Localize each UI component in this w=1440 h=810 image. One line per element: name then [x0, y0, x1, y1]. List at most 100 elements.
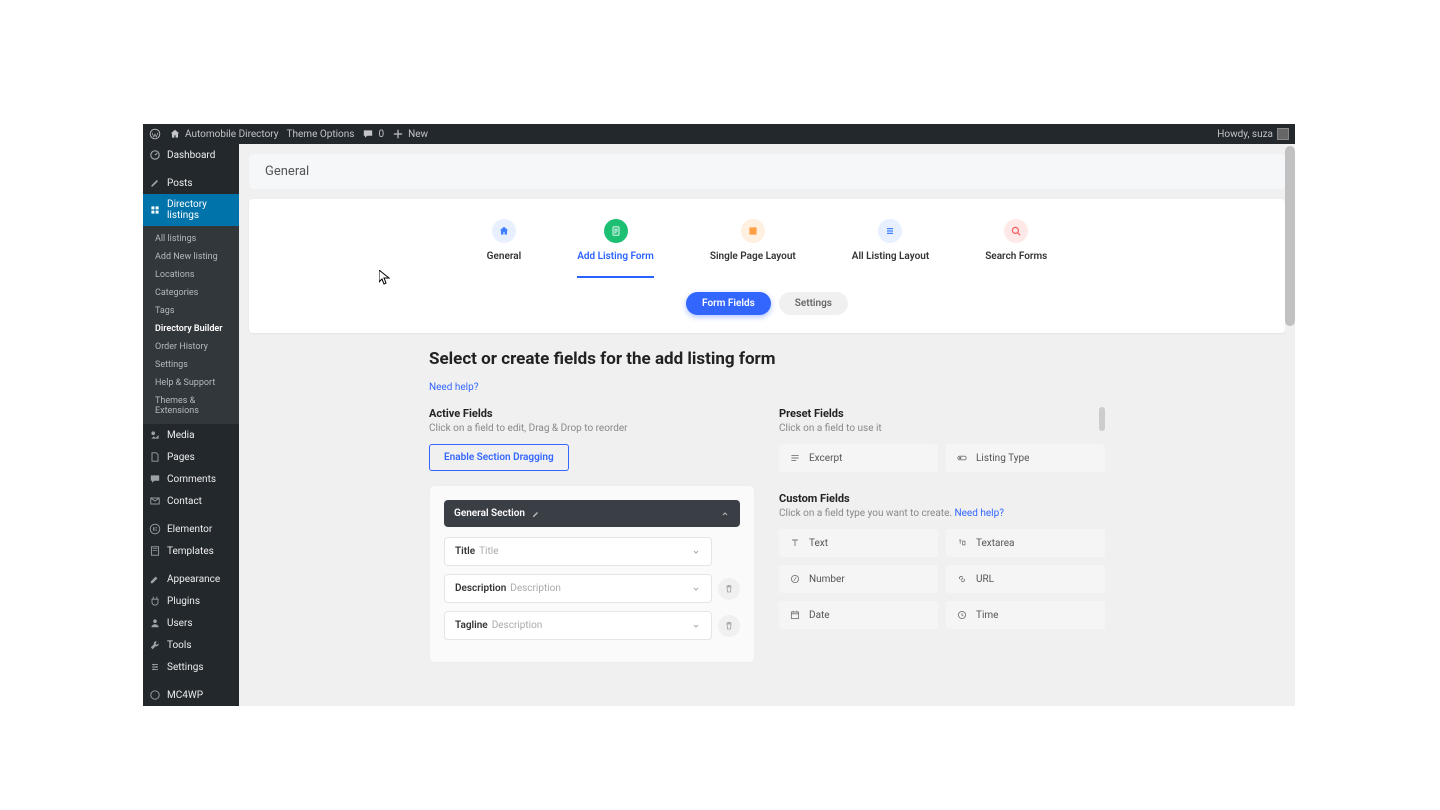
theme-options-link[interactable]: Theme Options — [287, 129, 355, 140]
submenu-directory-builder[interactable]: Directory Builder — [143, 320, 239, 338]
preset-listing-type[interactable]: Listing Type — [946, 444, 1105, 472]
custom-label: Date — [809, 610, 830, 621]
custom-fields-subtitle: Click on a field type you want to create… — [779, 508, 1105, 519]
submenu-tags[interactable]: Tags — [143, 302, 239, 320]
field-hint: Description — [510, 583, 561, 594]
sidebar-item-media[interactable]: Media — [143, 424, 239, 446]
scroll-thumb[interactable] — [1285, 146, 1295, 326]
site-link[interactable]: Automobile Directory — [169, 128, 279, 140]
sidebar-label: Media — [167, 430, 195, 441]
need-help-link[interactable]: Need help? — [429, 382, 478, 393]
sidebar-item-tools[interactable]: Tools — [143, 634, 239, 656]
submenu-help-support[interactable]: Help & Support — [143, 374, 239, 392]
field-row-wrap: TaglineDescription — [444, 611, 740, 640]
wp-logo-icon[interactable] — [149, 128, 161, 140]
tab-label: General — [487, 251, 522, 262]
custom-textarea[interactable]: Textarea — [946, 529, 1105, 557]
inner-scrollbar[interactable] — [1099, 407, 1105, 663]
search-icon — [1004, 219, 1028, 243]
sidebar-item-comments[interactable]: Comments — [143, 468, 239, 490]
app-window: Automobile Directory Theme Options 0 New… — [143, 124, 1295, 706]
site-name-label: Automobile Directory — [185, 129, 279, 140]
comments-link[interactable]: 0 — [362, 128, 384, 140]
field-tagline[interactable]: TaglineDescription — [444, 611, 712, 640]
tab-all-listing-layout[interactable]: All Listing Layout — [852, 219, 929, 278]
scroll-thumb[interactable] — [1099, 407, 1105, 431]
sidebar-item-contact[interactable]: Contact — [143, 490, 239, 512]
custom-label: Number — [809, 574, 845, 585]
sidebar-label: Directory listings — [167, 199, 233, 221]
sidebar-item-appearance[interactable]: Appearance — [143, 568, 239, 590]
sidebar-label: Users — [167, 618, 193, 629]
submenu-all-listings[interactable]: All listings — [143, 230, 239, 248]
trash-icon — [724, 584, 734, 594]
sub-tabs: Form Fields Settings — [249, 278, 1285, 333]
sidebar-item-elementor[interactable]: Elementor — [143, 518, 239, 540]
sidebar-submenu: All listings Add New listing Locations C… — [143, 226, 239, 424]
new-content-link[interactable]: New — [392, 128, 428, 140]
active-fields-title: Active Fields — [429, 407, 755, 420]
tab-single-page-layout[interactable]: Single Page Layout — [710, 219, 796, 278]
section-card: General Section TitleTitle — [429, 485, 755, 663]
admin-toolbar: Automobile Directory Theme Options 0 New… — [143, 124, 1295, 144]
custom-text[interactable]: Text — [779, 529, 938, 557]
tab-general[interactable]: General — [487, 219, 522, 278]
pill-form-fields[interactable]: Form Fields — [686, 292, 771, 315]
submenu-add-new-listing[interactable]: Add New listing — [143, 248, 239, 266]
submenu-locations[interactable]: Locations — [143, 266, 239, 284]
submenu-settings[interactable]: Settings — [143, 356, 239, 374]
sidebar-item-users[interactable]: Users — [143, 612, 239, 634]
avatar-icon — [1277, 128, 1289, 140]
form-icon — [604, 219, 628, 243]
field-name: Title — [455, 546, 475, 557]
preset-fields-column: Preset Fields Click on a field to use it… — [779, 407, 1105, 663]
custom-url[interactable]: URL — [946, 565, 1105, 593]
custom-time[interactable]: Time — [946, 601, 1105, 629]
custom-number[interactable]: Number — [779, 565, 938, 593]
list-icon — [878, 219, 902, 243]
custom-date[interactable]: Date — [779, 601, 938, 629]
field-description[interactable]: DescriptionDescription — [444, 574, 712, 603]
text-icon — [789, 537, 801, 549]
sidebar-label: Pages — [167, 452, 195, 463]
lines-icon — [789, 452, 801, 464]
tab-label: Single Page Layout — [710, 251, 796, 262]
sidebar-item-posts[interactable]: Posts — [143, 172, 239, 194]
preset-excerpt[interactable]: Excerpt — [779, 444, 938, 472]
custom-fields-title: Custom Fields — [779, 492, 1105, 505]
textarea-icon — [956, 537, 968, 549]
sidebar-item-templates[interactable]: Templates — [143, 540, 239, 562]
sidebar-item-pages[interactable]: Pages — [143, 446, 239, 468]
submenu-categories[interactable]: Categories — [143, 284, 239, 302]
chevron-down-icon — [691, 584, 701, 594]
submenu-order-history[interactable]: Order History — [143, 338, 239, 356]
sidebar-item-mc4wp[interactable]: MC4WP — [143, 684, 239, 706]
need-help-inline-link[interactable]: Need help? — [954, 508, 1003, 519]
tab-search-forms[interactable]: Search Forms — [985, 219, 1047, 278]
sidebar-item-dashboard[interactable]: Dashboard — [143, 144, 239, 166]
enable-section-dragging-button[interactable]: Enable Section Dragging — [429, 444, 569, 471]
step-tabs: General Add Listing Form Single Page Lay… — [249, 199, 1285, 278]
window-scrollbar[interactable] — [1285, 144, 1295, 706]
sidebar-item-plugins[interactable]: Plugins — [143, 590, 239, 612]
active-fields-subtitle: Click on a field to edit, Drag & Drop to… — [429, 423, 755, 434]
form-builder-area: Select or create fields for the add list… — [249, 349, 1285, 663]
active-fields-column: Active Fields Click on a field to edit, … — [429, 407, 755, 663]
tab-add-listing-form[interactable]: Add Listing Form — [577, 219, 654, 278]
section-header[interactable]: General Section — [444, 500, 740, 527]
howdy-link[interactable]: Howdy, suza — [1217, 128, 1289, 140]
field-name: Tagline — [455, 620, 488, 631]
chevron-down-icon — [691, 547, 701, 557]
sidebar-label: Settings — [167, 662, 204, 673]
delete-field-button[interactable] — [718, 615, 740, 637]
sidebar-item-settings[interactable]: Settings — [143, 656, 239, 678]
builder-panel: General Add Listing Form Single Page Lay… — [249, 199, 1285, 333]
howdy-text: Howdy, suza — [1217, 129, 1273, 140]
field-title[interactable]: TitleTitle — [444, 537, 712, 566]
delete-field-button[interactable] — [718, 578, 740, 600]
preset-fields-subtitle: Click on a field to use it — [779, 423, 1105, 434]
sidebar-item-directory-listings[interactable]: Directory listings — [143, 194, 239, 226]
pill-settings[interactable]: Settings — [779, 292, 848, 315]
submenu-themes-extensions[interactable]: Themes & Extensions — [143, 392, 239, 420]
custom-label: URL — [976, 574, 994, 585]
